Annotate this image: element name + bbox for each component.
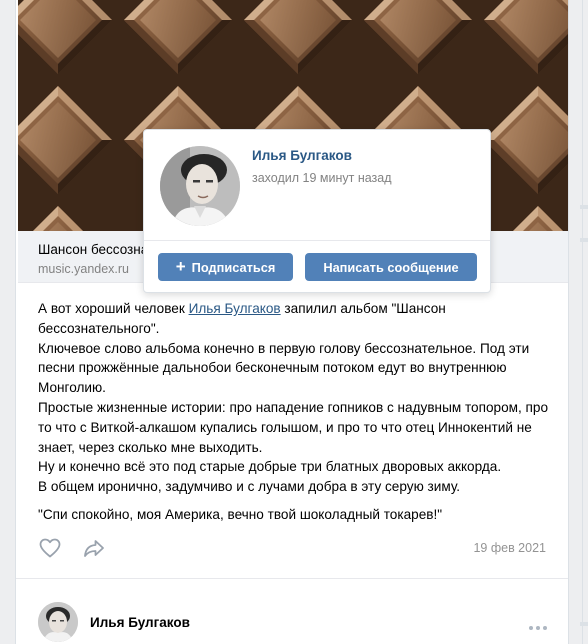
popup-user-status: заходил 19 минут назад bbox=[252, 171, 392, 185]
avatar[interactable] bbox=[160, 146, 240, 226]
share-icon bbox=[84, 540, 104, 557]
comment-author-row: Илья Булгаков bbox=[38, 600, 548, 644]
link-domain: music.yandex.ru bbox=[38, 262, 130, 276]
more-button[interactable] bbox=[528, 618, 548, 630]
user-hover-card: Илья Булгаков заходил 19 минут назад + П… bbox=[143, 129, 491, 293]
scroll-marker bbox=[580, 622, 588, 626]
popup-user-name[interactable]: Илья Булгаков bbox=[252, 148, 352, 163]
mention-link[interactable]: Илья Булгаков bbox=[189, 301, 281, 316]
send-message-button[interactable]: Написать сообщение bbox=[305, 253, 477, 281]
page-right-border bbox=[582, 0, 583, 644]
scroll-marker bbox=[580, 238, 588, 242]
send-message-label: Написать сообщение bbox=[323, 259, 459, 275]
post-date[interactable]: 19 фев 2021 bbox=[473, 541, 546, 555]
more-dots-icon bbox=[529, 626, 547, 630]
plus-icon: + bbox=[175, 256, 186, 276]
post-card: Шансон бессознательного music.yandex.ru … bbox=[15, 0, 569, 644]
avatar-image bbox=[160, 146, 240, 226]
subscribe-button[interactable]: + Подписаться bbox=[158, 253, 293, 281]
avatar[interactable] bbox=[38, 602, 78, 642]
post-text-fragment: А вот хороший человек bbox=[38, 301, 189, 316]
heart-icon bbox=[39, 538, 61, 558]
subscribe-label: Подписаться bbox=[191, 259, 276, 275]
post-paragraph: Ну и конечно всё это под старые добрые т… bbox=[38, 459, 502, 475]
post-paragraph: А вот хороший человек Илья Булгаков запи… bbox=[38, 299, 558, 339]
like-button[interactable] bbox=[38, 536, 62, 560]
post-paragraph: В общем иронично, задумчиво и с лучами д… bbox=[38, 479, 461, 495]
divider bbox=[144, 240, 490, 241]
post-paragraph: Ключевое слово альбома конечно в первую … bbox=[38, 340, 530, 396]
avatar-image bbox=[38, 602, 78, 642]
post-quote: "Спи спокойно, моя Америка, вечно твой ш… bbox=[38, 506, 443, 522]
scroll-marker bbox=[580, 205, 588, 209]
divider bbox=[16, 578, 568, 579]
share-button[interactable] bbox=[82, 536, 106, 560]
post-text: А вот хороший человек Илья Булгаков запи… bbox=[38, 299, 558, 525]
author-name[interactable]: Илья Булгаков bbox=[90, 615, 190, 630]
post-paragraph: Простые жизненные истории: про нападение… bbox=[38, 399, 549, 455]
